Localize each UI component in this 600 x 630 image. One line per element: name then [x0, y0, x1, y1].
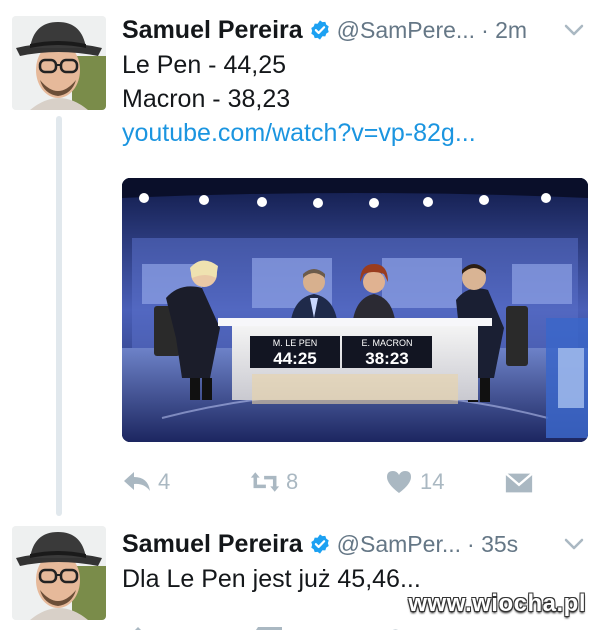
debate-studio-scene: M. LE PEN 44:25 E. MACRON 38:23 — [122, 178, 588, 442]
tweet-timestamp[interactable]: · 2m — [481, 17, 527, 44]
author-name[interactable]: Samuel Pereira — [122, 530, 303, 559]
tweet-text-line: Le Pen - 44,25 — [122, 51, 287, 79]
author-handle[interactable]: @SamPere... — [337, 17, 475, 44]
verified-badge-icon — [310, 534, 329, 554]
site-watermark: www.wiocha.pl — [408, 590, 586, 617]
left-candidate-score: 44:25 — [273, 349, 316, 368]
retweet-icon — [250, 472, 280, 492]
reply-count: 4 — [158, 469, 171, 494]
direct-message-button[interactable] — [504, 466, 534, 498]
tweet-actions-partial — [122, 620, 542, 630]
chevron-down-icon[interactable] — [562, 20, 586, 40]
like-button[interactable]: 14 — [384, 466, 444, 498]
author-name[interactable]: Samuel Pereira — [122, 16, 303, 45]
thread-connector-line — [56, 116, 62, 516]
tweet-link[interactable]: youtube.com/watch?v=vp-82g... — [122, 116, 588, 150]
tweet-actions: 4 8 14 — [122, 466, 542, 498]
author-handle[interactable]: @SamPer... — [337, 531, 461, 558]
retweet-button[interactable]: 8 — [250, 466, 298, 498]
partial-action-icons — [135, 627, 398, 630]
reply-button[interactable]: 4 — [122, 466, 170, 498]
tweet-timestamp[interactable]: · 35s — [467, 531, 518, 558]
verified-badge-icon — [310, 20, 329, 40]
envelope-icon — [505, 472, 533, 493]
chevron-down-icon[interactable] — [562, 534, 586, 554]
avatar[interactable] — [12, 16, 106, 110]
tweet-text-line: Macron - 38,23 — [122, 85, 291, 113]
tweet-media-image[interactable]: M. LE PEN 44:25 E. MACRON 38:23 — [122, 178, 588, 442]
tweet-header: Samuel Pereira @SamPere... · 2m — [122, 12, 588, 48]
avatar[interactable] — [12, 526, 106, 620]
left-candidate-label: M. LE PEN — [273, 338, 318, 348]
avatar-image — [12, 16, 106, 110]
reply-icon — [124, 472, 150, 491]
tweet-header: Samuel Pereira @SamPer... · 35s — [122, 526, 588, 562]
like-count: 14 — [420, 469, 445, 494]
right-candidate-label: E. MACRON — [361, 338, 412, 348]
retweet-count: 8 — [286, 469, 299, 494]
avatar-image — [12, 526, 106, 620]
right-candidate-score: 38:23 — [365, 349, 408, 368]
heart-icon — [387, 471, 411, 493]
